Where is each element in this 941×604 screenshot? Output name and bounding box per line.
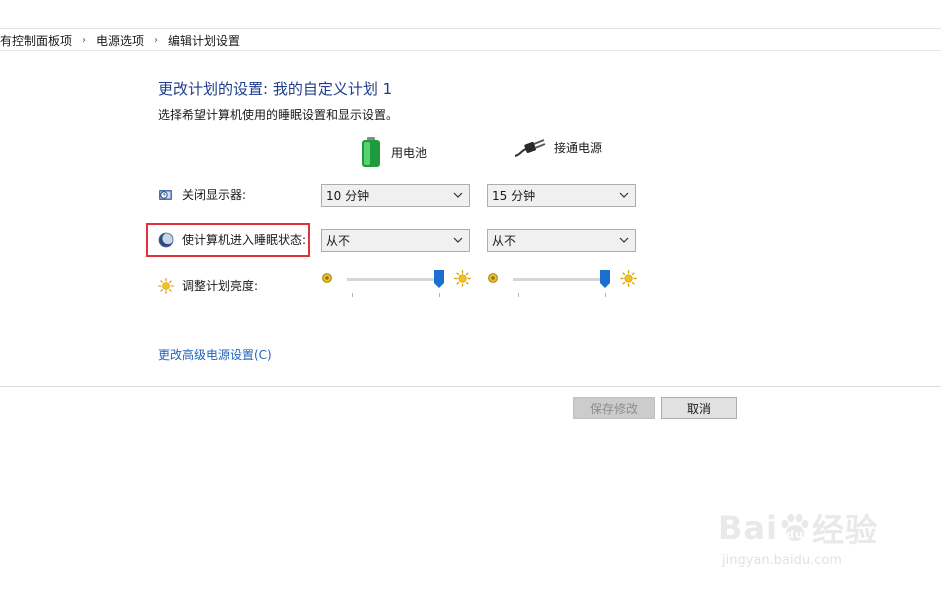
chevron-down-icon — [619, 237, 629, 243]
top-divider — [0, 28, 941, 29]
column-label-battery: 用电池 — [391, 145, 428, 160]
column-label-plugged: 接通电源 — [554, 140, 603, 155]
dim-sun-icon — [322, 273, 332, 283]
cancel-button[interactable]: 取消 — [661, 397, 737, 419]
save-changes-button[interactable]: 保存修改 — [573, 397, 655, 419]
watermark-text-bai: Bai — [718, 509, 778, 547]
chevron-down-icon — [453, 192, 463, 198]
sleep-battery-select[interactable]: 从不 — [321, 229, 470, 252]
sleep-battery-value: 从不 — [326, 234, 351, 248]
row-sleep: 使计算机进入睡眠状态: — [158, 231, 306, 248]
chevron-right-icon: › — [154, 34, 159, 46]
brightness-plugged-thumb[interactable] — [600, 270, 610, 288]
breadcrumb-item-edit-plan: 编辑计划设置 — [168, 33, 241, 48]
footer-divider — [0, 386, 941, 387]
page-subtitle: 选择希望计算机使用的睡眠设置和显示设置。 — [158, 108, 399, 122]
breadcrumb: 有控制面板项 › 电源选项 › 编辑计划设置 — [0, 31, 240, 49]
display-off-label: 关闭显示器: — [182, 188, 247, 202]
breadcrumb-divider — [0, 50, 941, 51]
watermark-url: jingyan.baidu.com — [722, 553, 842, 568]
power-plug-icon — [514, 139, 546, 157]
brightness-battery-slider[interactable] — [321, 270, 473, 300]
slider-tick — [352, 293, 353, 297]
sleep-plugged-select[interactable]: 从不 — [487, 229, 636, 252]
bright-sun-icon — [620, 270, 637, 287]
row-brightness: 调整计划亮度: — [158, 277, 258, 294]
breadcrumb-item-power-options[interactable]: 电源选项 — [96, 32, 144, 49]
sleep-label: 使计算机进入睡眠状态: — [182, 233, 307, 247]
display-off-battery-value: 10 分钟 — [326, 189, 370, 203]
brightness-label: 调整计划亮度: — [182, 279, 259, 293]
sleep-plugged-value: 从不 — [492, 234, 517, 248]
brightness-plugged-track — [513, 278, 605, 281]
brightness-plugged-slider[interactable] — [487, 270, 639, 300]
bright-sun-icon — [454, 270, 471, 287]
column-header-plugged: 接通电源 — [514, 136, 602, 158]
display-off-plugged-select[interactable]: 15 分钟 — [487, 184, 636, 207]
chevron-down-icon — [453, 237, 463, 243]
sun-icon — [158, 277, 174, 294]
column-header-battery: 用电池 — [359, 136, 427, 168]
display-off-plugged-value: 15 分钟 — [492, 189, 536, 203]
baidu-jingyan-watermark: Bai du 经验 jingyan.baidu.com — [718, 505, 878, 568]
svg-text:du: du — [786, 528, 804, 541]
slider-tick — [518, 293, 519, 297]
monitor-clock-icon — [159, 189, 172, 200]
brightness-battery-thumb[interactable] — [434, 270, 444, 288]
watermark-logo: Bai du 经验 — [718, 505, 878, 551]
moon-icon — [158, 232, 174, 247]
watermark-text-jingyan: 经验 — [811, 511, 878, 549]
page-title: 更改计划的设置: 我的自定义计划 1 — [158, 80, 393, 98]
paw-icon: du — [781, 513, 809, 541]
brightness-battery-track — [347, 278, 439, 281]
dim-sun-icon — [488, 273, 498, 283]
row-display-off: 关闭显示器: — [158, 186, 246, 203]
slider-tick — [439, 293, 440, 297]
chevron-down-icon — [619, 192, 629, 198]
battery-icon — [362, 137, 380, 167]
breadcrumb-item-control-panel[interactable]: 有控制面板项 — [0, 32, 72, 49]
chevron-right-icon: › — [82, 34, 87, 46]
display-off-battery-select[interactable]: 10 分钟 — [321, 184, 470, 207]
advanced-power-settings-link[interactable]: 更改高级电源设置(C) — [158, 346, 272, 363]
slider-tick — [605, 293, 606, 297]
